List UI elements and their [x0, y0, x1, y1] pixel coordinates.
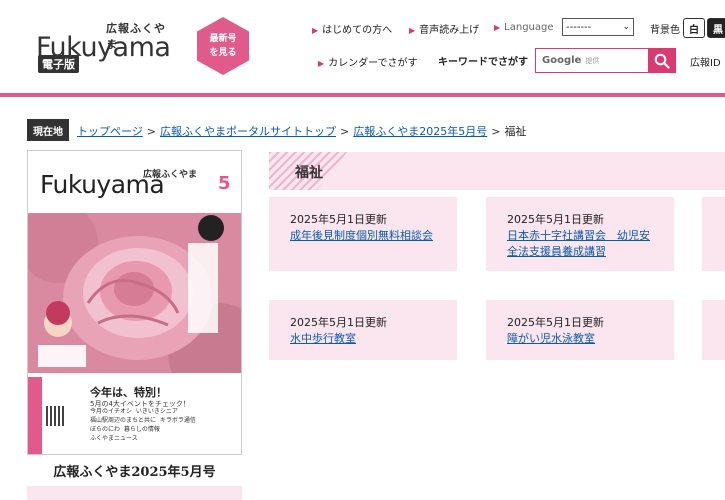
cover-list-item: 今月のイチオシ	[90, 408, 133, 415]
search-button[interactable]	[648, 48, 676, 73]
nav-language-label: Language	[504, 22, 554, 33]
cover-headline: 今年は、特別！	[90, 386, 167, 399]
cover-list-item: いきいきシニア	[135, 408, 178, 415]
nav-first-time-label: はじめての方へ	[322, 25, 393, 36]
article-link[interactable]: 水中歩行教室	[290, 331, 457, 347]
article-date: 2025年5月1日更新	[507, 316, 604, 329]
article-link[interactable]: 日本赤十字社講習会 幼児安全法支援員養成講習	[507, 228, 657, 260]
chevron-down-icon: ⌄	[622, 22, 630, 32]
google-provided-label: 提供	[585, 56, 600, 65]
bg-white-button[interactable]: 白	[683, 18, 705, 38]
nav-calendar[interactable]: ▶ カレンダーでさがす	[318, 54, 418, 69]
nav-voice[interactable]: ▶ 音声読み上げ	[409, 21, 479, 36]
nav-voice-label: 音声読み上げ	[419, 25, 480, 36]
cover-issue-number: 5	[218, 173, 231, 194]
article-card-partial[interactable]	[702, 300, 725, 360]
keyword-search-label: キーワードでさがす	[438, 57, 528, 68]
sidebar-box	[27, 486, 242, 500]
header-divider	[0, 93, 725, 97]
qr-code-icon	[46, 406, 66, 426]
article-date: 2025年5月1日更新	[507, 213, 604, 226]
category-header: 福祉	[269, 152, 725, 190]
cover-side-strip	[28, 377, 42, 454]
article-link[interactable]: 成年後見制度個別無料相談会	[290, 228, 457, 244]
cover-rose-image	[28, 213, 241, 373]
breadcrumb-top[interactable]: トップページ	[77, 125, 143, 138]
triangle-right-icon: ▶	[409, 26, 416, 35]
cover-list-item: ぼらのにわ	[90, 426, 121, 433]
cover-title: Fukuyama	[40, 170, 165, 199]
triangle-right-icon: ▶	[494, 23, 501, 32]
breadcrumb-issue[interactable]: 広報ふくやま2025年5月号	[353, 125, 487, 138]
breadcrumb-current: 福祉	[504, 125, 527, 138]
rose-illustration	[28, 213, 241, 373]
article-card-partial[interactable]	[702, 197, 725, 271]
breadcrumb: トップページ > 広報ふくやまポータルサイトトップ > 広報ふくやま2025年5月号 > 福…	[77, 123, 526, 139]
cover-list-item: キラボラ通信	[159, 417, 196, 424]
cover-contents-list: 今月のイチオシ いきいきシニア 福山駅周辺のまちと共に キラボラ通信 ぼらのにわ…	[90, 407, 240, 443]
breadcrumb-separator: >	[340, 125, 350, 138]
cover-list-item: 暮らしの情報	[123, 426, 160, 433]
site-header: 広報ふくやま Fukuyama 電子版 最新号 を見る ▶ はじめての方へ ▶ 音声…	[0, 0, 725, 98]
latest-issue-label: 最新号 を見る	[203, 32, 243, 60]
logo-badge: 電子版	[38, 55, 79, 73]
article-card[interactable]: 2025年5月1日更新 障がい児水泳教室	[486, 300, 674, 360]
latest-issue-line2: を見る	[209, 48, 237, 58]
article-card[interactable]: 2025年5月1日更新 水中歩行教室	[269, 300, 457, 360]
article-date: 2025年5月1日更新	[290, 316, 387, 329]
triangle-right-icon: ▶	[318, 59, 325, 68]
breadcrumb-label: 現在地	[27, 119, 69, 141]
bg-black-button[interactable]: 黒	[707, 18, 725, 38]
language-select-value: -------	[566, 21, 592, 33]
nav-language: ▶ Language	[494, 22, 554, 33]
koho-id-label: 広報ID	[690, 58, 721, 69]
nav-calendar-label: カレンダーでさがす	[328, 58, 418, 69]
cover-list-item: ふくやまニュース	[90, 435, 138, 442]
breadcrumb-portal[interactable]: 広報ふくやまポータルサイトトップ	[160, 125, 336, 138]
article-date: 2025年5月1日更新	[290, 213, 387, 226]
search-icon	[654, 53, 670, 69]
article-link[interactable]: 障がい児水泳教室	[507, 331, 674, 347]
article-card[interactable]: 2025年5月1日更新 日本赤十字社講習会 幼児安全法支援員養成講習	[486, 197, 674, 271]
bgcolor-label: 背景色	[650, 25, 680, 36]
language-select[interactable]: ------- ⌄	[562, 18, 634, 36]
site-logo[interactable]: 広報ふくやま Fukuyama 電子版	[36, 18, 176, 73]
cover-list-item: 福山駅周辺のまちと共に	[90, 417, 157, 424]
cover-caption[interactable]: 広報ふくやま2025年5月号	[27, 461, 242, 480]
google-logo: Google	[542, 55, 582, 66]
category-title: 福祉	[295, 165, 323, 181]
triangle-right-icon: ▶	[312, 26, 319, 35]
search-input[interactable]: Google 提供	[535, 48, 648, 73]
latest-issue-button[interactable]: 最新号 を見る	[197, 17, 249, 75]
breadcrumb-separator: >	[491, 125, 501, 138]
breadcrumb-separator: >	[146, 125, 156, 138]
magazine-cover[interactable]: 広報ふくやま Fukuyama 5 今年は、特別！ 5月の4大イベントをチェック…	[27, 150, 242, 455]
article-card[interactable]: 2025年5月1日更新 成年後見制度個別無料相談会	[269, 197, 457, 271]
latest-issue-line1: 最新号	[209, 34, 237, 44]
nav-first-time[interactable]: ▶ はじめての方へ	[312, 21, 392, 36]
